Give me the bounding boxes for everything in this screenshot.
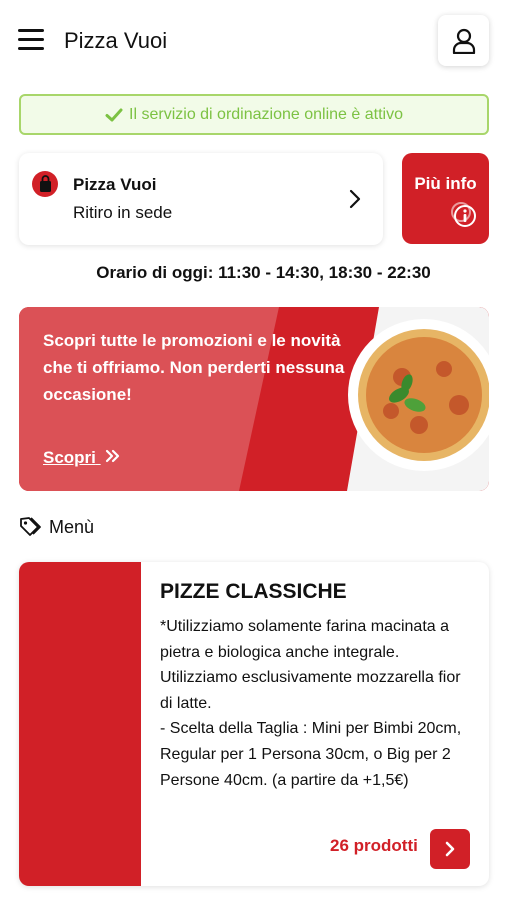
double-chevron-right-icon [105,449,119,463]
user-icon [452,28,475,54]
store-selector[interactable]: Pizza Vuoi Ritiro in sede [19,153,383,245]
promo-discover-link[interactable]: Scopri [43,448,121,468]
app-title: Pizza Vuoi [64,28,168,53]
menu-section-header: Menù [19,515,94,539]
check-icon [105,108,123,121]
more-info-label: Più info [414,174,477,193]
tag-icon [20,517,41,536]
chevron-right-icon [445,841,455,857]
hamburger-icon[interactable] [18,29,44,51]
category-open-button[interactable] [430,829,470,869]
category-image [19,562,141,886]
user-button[interactable] [438,15,489,66]
category-card[interactable]: PIZZE CLASSICHE *Utilizziamo solamente f… [19,562,489,886]
promo-link-label: Scopri [43,448,96,467]
store-pickup-mode: Ritiro in sede [73,203,173,222]
menu-section-label: Menù [49,516,95,537]
category-title: PIZZE CLASSICHE [160,580,347,603]
ordering-status-text: Il servizio di ordinazione online è atti… [129,105,403,123]
opening-hours: Orario di oggi: 11:30 - 14:30, 18:30 - 2… [96,263,431,282]
chevron-right-icon [349,189,361,209]
info-icon [451,202,476,227]
store-name: Pizza Vuoi [73,175,157,194]
ordering-status-banner: Il servizio di ordinazione online è atti… [19,94,489,135]
category-product-count: 26 prodotti [330,836,418,855]
app-header: Pizza Vuoi [0,0,507,82]
shopping-bag-icon [32,171,58,197]
promo-text: Scopri tutte le promozioni e le novità c… [43,331,345,404]
promo-banner[interactable]: Scopri tutte le promozioni e le novità c… [19,307,489,491]
more-info-button[interactable]: Più info [402,153,489,244]
category-description: *Utilizziamo solamente farina macinata a… [160,618,462,789]
